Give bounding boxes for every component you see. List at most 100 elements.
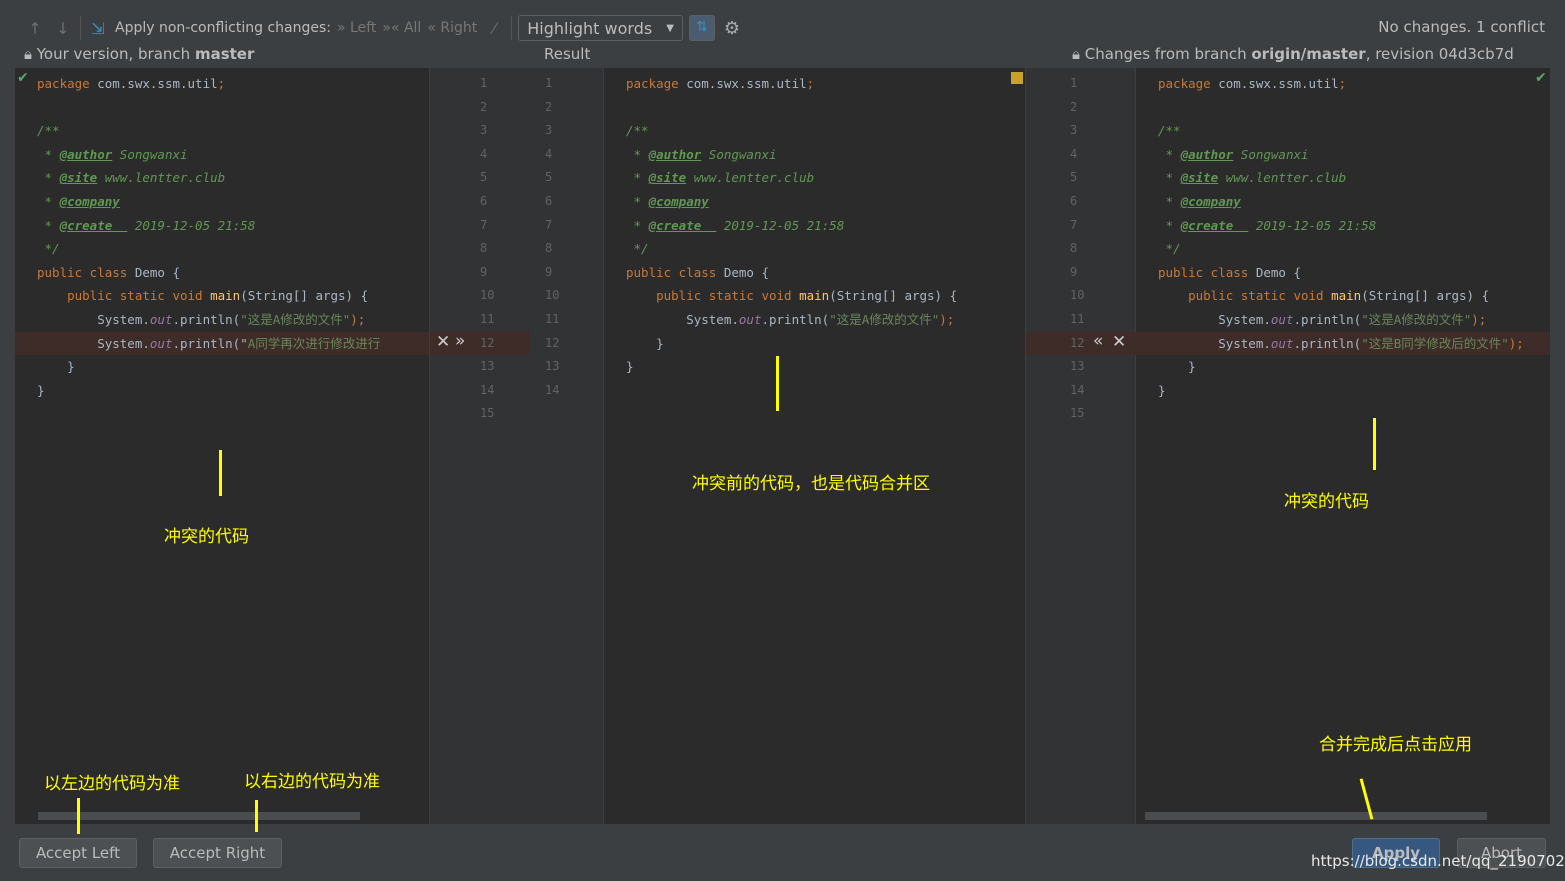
- code-line: package com.swx.ssm.util;: [1136, 72, 1550, 95]
- code-token: }: [37, 359, 75, 375]
- code-token: www.lentter.club: [1218, 170, 1347, 186]
- line-number: 14: [545, 382, 560, 397]
- code-token: main: [210, 288, 241, 304]
- code-token: /**: [37, 123, 60, 139]
- code-token: public class: [37, 264, 135, 280]
- code-token: */: [626, 241, 649, 257]
- magic-resolve-icon[interactable]: ⁄: [483, 19, 505, 38]
- code-token: ;: [1338, 76, 1347, 91]
- annotation-left: 冲突的代码: [164, 527, 249, 547]
- code-token: @create: [648, 217, 717, 233]
- code-token: main: [799, 288, 830, 304]
- accept-right-change-icon[interactable]: «: [1093, 331, 1103, 351]
- sync-scroll-toggle-icon[interactable]: ⇅: [688, 15, 715, 41]
- code-token: out: [738, 312, 762, 327]
- apply-all-button[interactable]: »« All: [382, 20, 421, 36]
- code-token: 2019-12-05 21:58: [716, 217, 845, 233]
- code-token: www.lentter.club: [97, 170, 226, 186]
- right-header: 🔒︎ Changes from branch origin/master, re…: [1072, 45, 1514, 63]
- right-scrollbar[interactable]: [1145, 812, 1487, 820]
- apply-left-button[interactable]: » Left: [337, 20, 376, 36]
- code-token: (String[] args) {: [240, 288, 369, 304]
- code-line: package com.swx.ssm.util;: [15, 72, 429, 95]
- code-token: Songwanxi: [112, 146, 188, 162]
- left-scrollbar[interactable]: [38, 812, 360, 820]
- line-number: 13: [480, 359, 495, 374]
- code-line: System.out.println("这是A修改的文件");: [1136, 308, 1550, 331]
- ignore-right-icon[interactable]: ✕: [1112, 332, 1126, 352]
- code-line: /**: [604, 119, 1025, 142]
- gear-icon[interactable]: ⚙: [721, 18, 743, 39]
- code-token: 2019-12-05 21:58: [1248, 217, 1377, 233]
- accept-right-button[interactable]: Accept Right: [153, 838, 282, 868]
- line-number: 3: [545, 123, 553, 138]
- lock-icon: 🔒︎: [24, 45, 32, 63]
- code-line: System.out.println("这是A修改的文件");: [604, 308, 1025, 331]
- code-token: @company: [59, 194, 120, 209]
- code-line: public class Demo {: [1136, 261, 1550, 284]
- line-number: 15: [480, 406, 495, 421]
- line-number: 11: [545, 312, 560, 326]
- line-number: 6: [545, 194, 553, 208]
- annotation-accept-left: 以左边的代码为准: [44, 774, 180, 794]
- result-header: Result: [544, 45, 591, 63]
- left-editor[interactable]: package com.swx.ssm.util; /** * @author S…: [15, 68, 429, 824]
- code-token: *: [1158, 146, 1181, 162]
- line-number: 7: [545, 217, 553, 232]
- code-token: @author: [648, 146, 702, 162]
- prev-difference-icon[interactable]: ↑: [24, 19, 46, 38]
- line-number: 14: [1070, 382, 1085, 397]
- right-header-text: Changes from branch: [1084, 45, 1252, 63]
- code-token: /**: [626, 123, 649, 139]
- code-token: }: [1158, 382, 1166, 398]
- accept-left-change-icon[interactable]: »: [455, 331, 465, 351]
- accept-left-button[interactable]: Accept Left: [19, 838, 137, 868]
- code-line: */: [1136, 237, 1550, 260]
- code-token: *: [37, 170, 60, 186]
- code-token: main: [1331, 288, 1362, 304]
- code-line: }: [604, 355, 1025, 378]
- code-token: @create: [1180, 217, 1249, 233]
- next-difference-icon[interactable]: ↓: [52, 19, 74, 38]
- code-token: }: [626, 359, 634, 375]
- code-token: ;: [806, 76, 815, 91]
- line-number: 1: [480, 76, 488, 90]
- code-token: *: [626, 146, 649, 162]
- code-token: @company: [1180, 194, 1241, 209]
- code-token: *: [1158, 217, 1181, 233]
- code-token: *: [626, 194, 649, 209]
- code-token: @company: [648, 194, 709, 209]
- code-token: @create: [59, 217, 128, 233]
- check-icon: ✔: [17, 70, 29, 86]
- resolve-icon[interactable]: ⇲: [87, 19, 109, 38]
- code-line: public static void main(String[] args) {: [604, 284, 1025, 307]
- annotation-arrow: [219, 450, 222, 496]
- code-token: "这是A修改的文件": [240, 312, 351, 327]
- line-number: 13: [545, 359, 560, 374]
- code-line: }: [15, 355, 429, 378]
- code-token: System.: [37, 312, 150, 327]
- code-token: "这是B同学修改后的文件": [1361, 335, 1509, 351]
- apply-right-button[interactable]: « Right: [427, 20, 477, 36]
- line-number: 2: [545, 99, 553, 114]
- ignore-left-icon[interactable]: ✕: [436, 332, 450, 352]
- code-token: out: [1270, 312, 1294, 327]
- line-number: 5: [480, 170, 488, 185]
- result-editor[interactable]: package com.swx.ssm.util; /** * @author S…: [604, 68, 1025, 824]
- line-number: 1: [545, 76, 553, 90]
- line-number: 10: [1070, 288, 1085, 303]
- right-editor[interactable]: package com.swx.ssm.util; /** * @author S…: [1136, 68, 1550, 824]
- line-number: 15: [1070, 406, 1085, 421]
- line-number: 11: [1070, 312, 1085, 326]
- code-line: }: [15, 379, 429, 402]
- code-token: );: [350, 312, 366, 327]
- code-token: public class: [1158, 264, 1256, 280]
- code-token: System.: [1158, 335, 1271, 351]
- line-number: 14: [480, 382, 495, 397]
- code-token: *: [37, 194, 60, 209]
- annotation-arrow: [1373, 418, 1376, 470]
- code-line: }: [1136, 355, 1550, 378]
- left-branch: master: [194, 45, 255, 63]
- line-number: 10: [480, 288, 495, 303]
- highlight-select[interactable]: Highlight words ▼: [518, 15, 683, 41]
